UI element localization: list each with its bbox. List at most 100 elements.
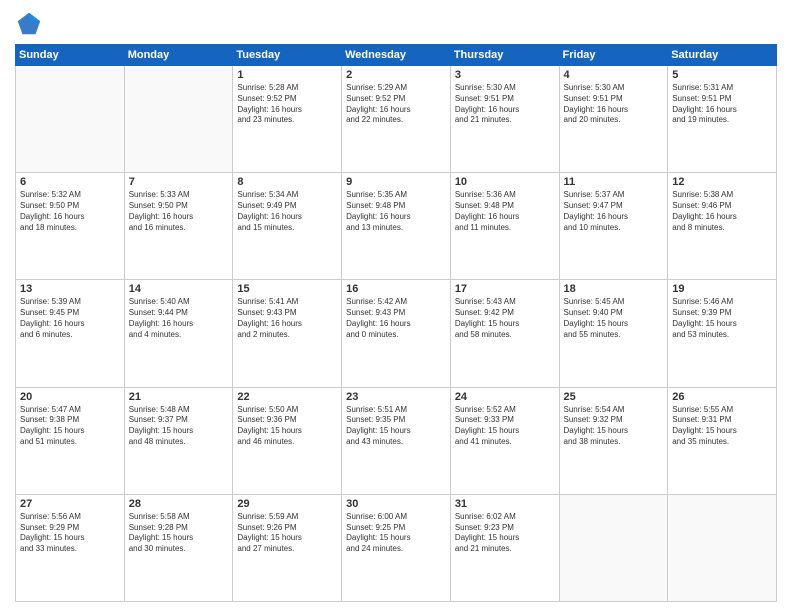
cell-details: Sunrise: 5:52 AM Sunset: 9:33 PM Dayligh… (455, 405, 555, 448)
calendar-cell: 1 Sunrise: 5:28 AM Sunset: 9:52 PM Daylig… (233, 66, 342, 173)
calendar-cell: 30Sunrise: 6:00 AM Sunset: 9:25 PM Dayli… (342, 494, 451, 601)
cell-details: Sunrise: 5:47 AM Sunset: 9:38 PM Dayligh… (20, 405, 120, 448)
day-number: 19 (672, 283, 772, 295)
cell-details: Sunrise: 5:43 AM Sunset: 9:42 PM Dayligh… (455, 297, 555, 340)
weekday-header: Tuesday (233, 45, 342, 66)
calendar-cell: 18 Sunrise: 5:45 AM Sunset: 9:40 PM Dayli… (559, 280, 668, 387)
calendar-header: SundayMondayTuesdayWednesdayThursdayFrid… (16, 45, 777, 66)
calendar-cell: 4 Sunrise: 5:30 AM Sunset: 9:51 PM Daylig… (559, 66, 668, 173)
calendar-table: SundayMondayTuesdayWednesdayThursdayFrid… (15, 44, 777, 602)
calendar-cell: 24 Sunrise: 5:52 AM Sunset: 9:33 PM Dayli… (450, 387, 559, 494)
calendar-cell: 28 Sunrise: 5:58 AM Sunset: 9:28 PM Dayli… (124, 494, 233, 601)
cell-details: Sunrise: 5:35 AM Sunset: 9:48 PM Dayligh… (346, 190, 446, 233)
calendar-cell: 17 Sunrise: 5:43 AM Sunset: 9:42 PM Dayli… (450, 280, 559, 387)
calendar-cell: 16 Sunrise: 5:42 AM Sunset: 9:43 PM Dayli… (342, 280, 451, 387)
calendar-cell: 7 Sunrise: 5:33 AM Sunset: 9:50 PM Daylig… (124, 173, 233, 280)
calendar-cell (16, 66, 125, 173)
day-number: 31 (455, 498, 555, 510)
day-number: 4 (564, 69, 664, 81)
calendar-week-row: 13Sunrise: 5:39 AM Sunset: 9:45 PM Dayli… (16, 280, 777, 387)
calendar-week-row: 27 Sunrise: 5:56 AM Sunset: 9:29 PM Dayli… (16, 494, 777, 601)
day-number: 8 (237, 176, 337, 188)
day-number: 21 (129, 391, 229, 403)
cell-details: Sunrise: 5:48 AM Sunset: 9:37 PM Dayligh… (129, 405, 229, 448)
day-number: 7 (129, 176, 229, 188)
calendar-cell: 26Sunrise: 5:55 AM Sunset: 9:31 PM Dayli… (668, 387, 777, 494)
day-number: 27 (20, 498, 120, 510)
cell-details: Sunrise: 5:54 AM Sunset: 9:32 PM Dayligh… (564, 405, 664, 448)
cell-details: Sunrise: 5:32 AM Sunset: 9:50 PM Dayligh… (20, 190, 120, 233)
calendar-week-row: 1 Sunrise: 5:28 AM Sunset: 9:52 PM Daylig… (16, 66, 777, 173)
day-number: 13 (20, 283, 120, 295)
cell-details: Sunrise: 5:36 AM Sunset: 9:48 PM Dayligh… (455, 190, 555, 233)
day-number: 22 (237, 391, 337, 403)
day-number: 23 (346, 391, 446, 403)
calendar-cell: 21 Sunrise: 5:48 AM Sunset: 9:37 PM Dayli… (124, 387, 233, 494)
calendar-cell: 25 Sunrise: 5:54 AM Sunset: 9:32 PM Dayli… (559, 387, 668, 494)
weekday-header: Friday (559, 45, 668, 66)
calendar-cell: 27 Sunrise: 5:56 AM Sunset: 9:29 PM Dayli… (16, 494, 125, 601)
cell-details: Sunrise: 5:30 AM Sunset: 9:51 PM Dayligh… (455, 83, 555, 126)
cell-details: Sunrise: 5:59 AM Sunset: 9:26 PM Dayligh… (237, 512, 337, 555)
day-number: 17 (455, 283, 555, 295)
calendar-cell (124, 66, 233, 173)
day-number: 24 (455, 391, 555, 403)
weekday-header: Sunday (16, 45, 125, 66)
day-number: 5 (672, 69, 772, 81)
day-number: 10 (455, 176, 555, 188)
cell-details: Sunrise: 5:50 AM Sunset: 9:36 PM Dayligh… (237, 405, 337, 448)
day-number: 14 (129, 283, 229, 295)
calendar-cell: 15 Sunrise: 5:41 AM Sunset: 9:43 PM Dayli… (233, 280, 342, 387)
day-number: 9 (346, 176, 446, 188)
calendar-body: 1 Sunrise: 5:28 AM Sunset: 9:52 PM Daylig… (16, 66, 777, 602)
calendar-week-row: 6 Sunrise: 5:32 AM Sunset: 9:50 PM Daylig… (16, 173, 777, 280)
day-number: 12 (672, 176, 772, 188)
cell-details: Sunrise: 6:00 AM Sunset: 9:25 PM Dayligh… (346, 512, 446, 555)
day-number: 18 (564, 283, 664, 295)
cell-details: Sunrise: 5:51 AM Sunset: 9:35 PM Dayligh… (346, 405, 446, 448)
cell-details: Sunrise: 5:55 AM Sunset: 9:31 PM Dayligh… (672, 405, 772, 448)
calendar-cell: 10 Sunrise: 5:36 AM Sunset: 9:48 PM Dayli… (450, 173, 559, 280)
calendar-cell: 3 Sunrise: 5:30 AM Sunset: 9:51 PM Daylig… (450, 66, 559, 173)
calendar-cell: 11 Sunrise: 5:37 AM Sunset: 9:47 PM Dayli… (559, 173, 668, 280)
weekday-row: SundayMondayTuesdayWednesdayThursdayFrid… (16, 45, 777, 66)
day-number: 6 (20, 176, 120, 188)
calendar-cell: 6 Sunrise: 5:32 AM Sunset: 9:50 PM Daylig… (16, 173, 125, 280)
cell-details: Sunrise: 5:30 AM Sunset: 9:51 PM Dayligh… (564, 83, 664, 126)
logo-icon (15, 10, 43, 38)
cell-details: Sunrise: 5:45 AM Sunset: 9:40 PM Dayligh… (564, 297, 664, 340)
day-number: 20 (20, 391, 120, 403)
calendar-cell: 22 Sunrise: 5:50 AM Sunset: 9:36 PM Dayli… (233, 387, 342, 494)
day-number: 1 (237, 69, 337, 81)
cell-details: Sunrise: 5:56 AM Sunset: 9:29 PM Dayligh… (20, 512, 120, 555)
day-number: 2 (346, 69, 446, 81)
calendar-cell (668, 494, 777, 601)
cell-details: Sunrise: 5:33 AM Sunset: 9:50 PM Dayligh… (129, 190, 229, 233)
calendar-cell: 29Sunrise: 5:59 AM Sunset: 9:26 PM Dayli… (233, 494, 342, 601)
weekday-header: Saturday (668, 45, 777, 66)
cell-details: Sunrise: 5:38 AM Sunset: 9:46 PM Dayligh… (672, 190, 772, 233)
cell-details: Sunrise: 5:29 AM Sunset: 9:52 PM Dayligh… (346, 83, 446, 126)
cell-details: Sunrise: 5:37 AM Sunset: 9:47 PM Dayligh… (564, 190, 664, 233)
day-number: 28 (129, 498, 229, 510)
cell-details: Sunrise: 5:28 AM Sunset: 9:52 PM Dayligh… (237, 83, 337, 126)
page: SundayMondayTuesdayWednesdayThursdayFrid… (0, 0, 792, 612)
calendar-cell: 5 Sunrise: 5:31 AM Sunset: 9:51 PM Daylig… (668, 66, 777, 173)
day-number: 25 (564, 391, 664, 403)
cell-details: Sunrise: 5:34 AM Sunset: 9:49 PM Dayligh… (237, 190, 337, 233)
logo (15, 10, 47, 38)
day-number: 16 (346, 283, 446, 295)
day-number: 15 (237, 283, 337, 295)
cell-details: Sunrise: 5:41 AM Sunset: 9:43 PM Dayligh… (237, 297, 337, 340)
calendar-week-row: 20 Sunrise: 5:47 AM Sunset: 9:38 PM Dayli… (16, 387, 777, 494)
cell-details: Sunrise: 5:42 AM Sunset: 9:43 PM Dayligh… (346, 297, 446, 340)
cell-details: Sunrise: 5:31 AM Sunset: 9:51 PM Dayligh… (672, 83, 772, 126)
cell-details: Sunrise: 5:46 AM Sunset: 9:39 PM Dayligh… (672, 297, 772, 340)
calendar-cell (559, 494, 668, 601)
day-number: 11 (564, 176, 664, 188)
weekday-header: Wednesday (342, 45, 451, 66)
day-number: 3 (455, 69, 555, 81)
calendar-cell: 20 Sunrise: 5:47 AM Sunset: 9:38 PM Dayli… (16, 387, 125, 494)
cell-details: Sunrise: 5:58 AM Sunset: 9:28 PM Dayligh… (129, 512, 229, 555)
calendar-cell: 2 Sunrise: 5:29 AM Sunset: 9:52 PM Daylig… (342, 66, 451, 173)
